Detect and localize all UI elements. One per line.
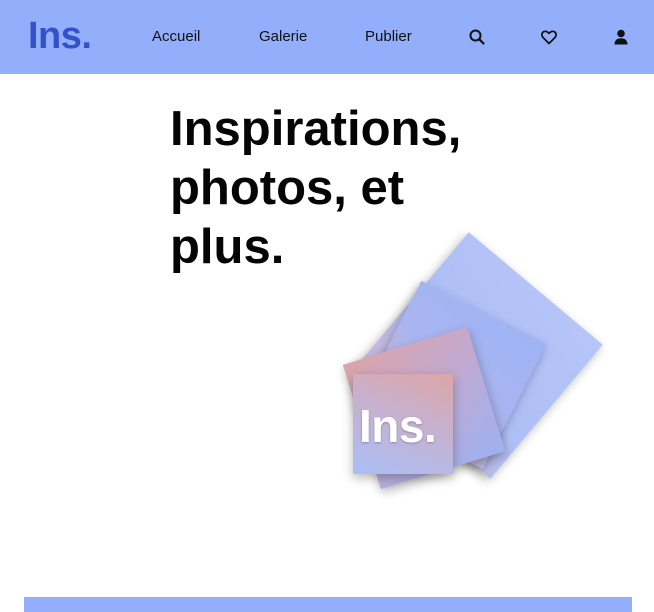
- top-navbar: Ins. Accueil Galerie Publier: [0, 0, 654, 74]
- heart-icon[interactable]: [539, 27, 559, 47]
- site-logo[interactable]: Ins.: [28, 14, 92, 58]
- stacked-card-front: [342, 326, 506, 490]
- hero-card-stack: Ins.: [0, 0, 654, 612]
- nav-link-galerie[interactable]: Galerie: [259, 28, 307, 46]
- nav-link-publier[interactable]: Publier: [365, 28, 412, 46]
- nav-link-accueil[interactable]: Accueil: [152, 28, 200, 46]
- search-icon[interactable]: [467, 27, 487, 47]
- hero-title: Inspirations, photos, et plus.: [170, 102, 462, 274]
- stacked-card-top: [353, 374, 453, 474]
- card-logo: Ins.: [359, 400, 437, 452]
- footer-bar: [24, 597, 632, 612]
- user-icon[interactable]: [611, 27, 631, 47]
- stacked-card-middle: [357, 280, 547, 470]
